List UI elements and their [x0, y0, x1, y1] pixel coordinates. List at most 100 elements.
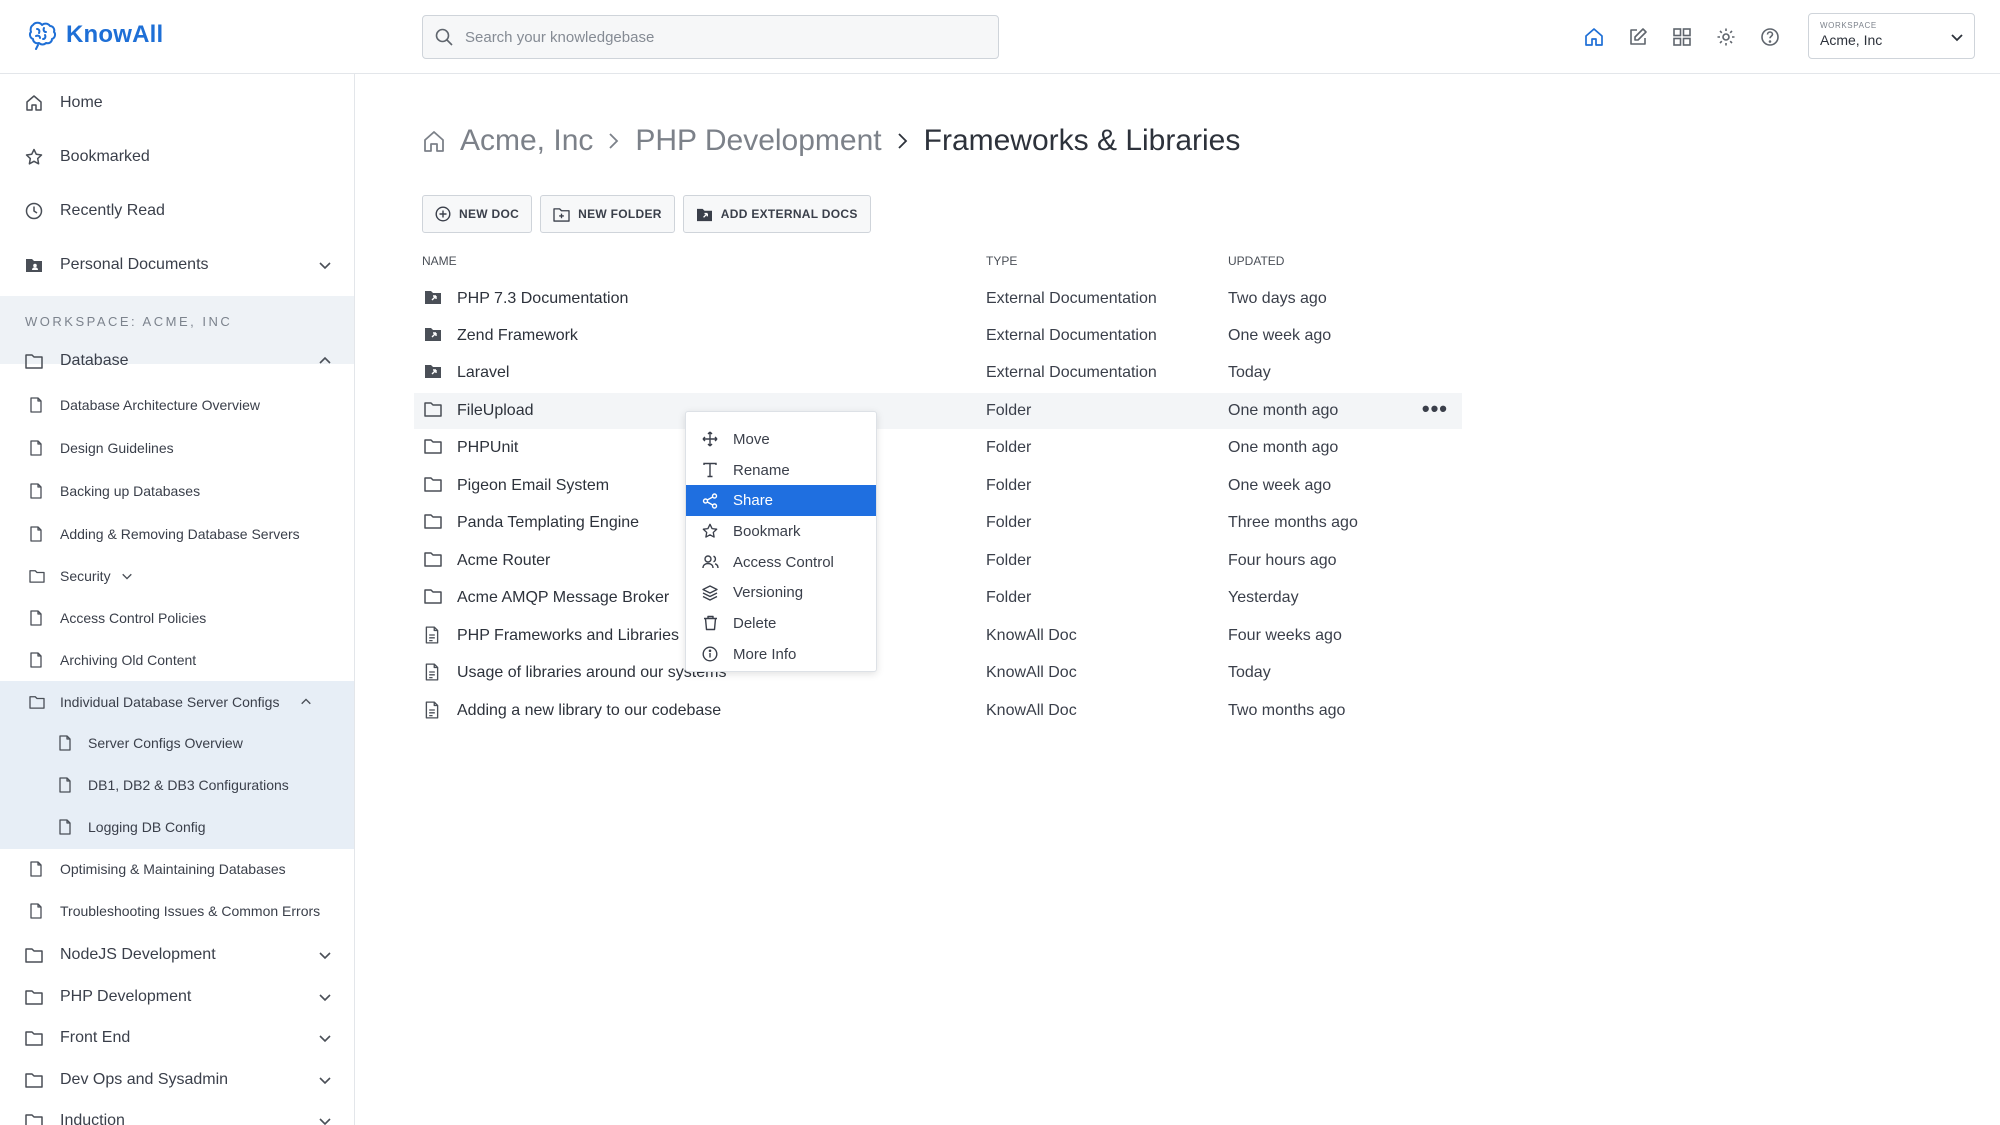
sidebar-doc-item[interactable]: Optimising & Maintaining Databases [0, 856, 354, 882]
sidebar-item-bookmarked[interactable]: Bookmarked [0, 142, 354, 172]
row-name[interactable]: Pigeon Email System [457, 477, 609, 495]
home-icon[interactable] [422, 129, 446, 153]
chevron-up-icon[interactable] [300, 696, 312, 708]
sidebar-doc-item[interactable]: DB1, DB2 & DB3 Configurations [0, 772, 354, 798]
sidebar-folder-front-end[interactable]: Front End [0, 1023, 354, 1053]
chevron-down-icon[interactable] [318, 1073, 332, 1087]
table-row[interactable]: Acme AMQP Message Broker Folder Yesterda… [414, 580, 1462, 616]
table-row[interactable]: Laravel External Documentation Today [414, 355, 1462, 391]
trash-icon [701, 614, 719, 632]
row-type: External Documentation [986, 327, 1157, 344]
sidebar-item-label: Database Architecture Overview [60, 397, 260, 413]
sidebar-doc-item[interactable]: Access Control Policies [0, 605, 354, 631]
add-external-docs-button[interactable]: ADD EXTERNAL DOCS [682, 195, 871, 233]
menu-item-share[interactable]: Share [686, 485, 876, 517]
new-folder-button[interactable]: NEW FOLDER [540, 195, 675, 233]
logo[interactable]: KnowAll [24, 20, 163, 50]
sidebar-item-label: Design Guidelines [60, 440, 174, 456]
sidebar-doc-item[interactable]: Adding & Removing Database Servers [0, 521, 354, 547]
row-name[interactable]: PHP Frameworks and Libraries [457, 627, 679, 645]
menu-item-versioning[interactable]: Versioning [686, 577, 876, 608]
sidebar-folder-php-development[interactable]: PHP Development [0, 982, 354, 1012]
sidebar-doc-item[interactable]: Archiving Old Content [0, 647, 354, 673]
home-icon[interactable] [1582, 25, 1606, 49]
column-header-name[interactable]: NAME [422, 254, 457, 268]
menu-item-label: Delete [733, 614, 777, 632]
sidebar-doc-item[interactable]: Backing up Databases [0, 478, 354, 504]
row-name[interactable]: PHP 7.3 Documentation [457, 290, 628, 308]
sidebar-item-label: Backing up Databases [60, 483, 201, 499]
row-name[interactable]: Laravel [457, 364, 509, 382]
menu-item-move[interactable]: Move [686, 424, 876, 455]
sidebar-item-recently-read[interactable]: Recently Read [0, 196, 354, 226]
chevron-up-icon[interactable] [318, 354, 332, 368]
breadcrumb-item[interactable]: PHP Development [635, 124, 881, 158]
sidebar-folder-database[interactable]: Database [0, 346, 354, 376]
chevron-down-icon[interactable] [318, 1114, 332, 1125]
sidebar-folder-induction[interactable]: Induction [0, 1106, 354, 1125]
row-name[interactable]: Acme AMQP Message Broker [457, 589, 669, 607]
table-row[interactable]: Usage of libraries around our systems Kn… [414, 655, 1462, 691]
external-folder-icon [696, 207, 713, 222]
sidebar-item-personal-documents[interactable]: Personal Documents [0, 250, 354, 280]
external-folder-icon [424, 363, 442, 379]
workspace-section-title: WORKSPACE: ACME, INC [25, 314, 233, 329]
sidebar-folder-security[interactable]: Security [0, 563, 354, 589]
menu-item-more-info[interactable]: More Info [686, 639, 876, 670]
sidebar-doc-item[interactable]: Troubleshooting Issues & Common Errors [0, 898, 354, 924]
row-updated: Three months ago [1228, 514, 1358, 531]
table-row[interactable]: Pigeon Email System Folder One week ago [414, 468, 1462, 504]
breadcrumb-item[interactable]: Acme, Inc [460, 124, 593, 158]
more-options-button[interactable]: ••• [1422, 398, 1448, 420]
add-external-docs-label: ADD EXTERNAL DOCS [720, 207, 858, 221]
info-icon [701, 645, 719, 663]
menu-item-label: Share [733, 492, 774, 510]
sidebar-folder-individual-database-server-configs[interactable]: Individual Database Server Configs [0, 689, 354, 715]
folder-icon [424, 401, 442, 417]
table-row[interactable]: PHPUnit Folder One month ago [414, 430, 1462, 466]
gear-icon[interactable] [1714, 25, 1738, 49]
menu-item-bookmark[interactable]: Bookmark [686, 516, 876, 547]
sidebar-folder-nodejs-development[interactable]: NodeJS Development [0, 940, 354, 970]
folder-icon [25, 989, 43, 1005]
row-name[interactable]: Acme Router [457, 552, 550, 570]
edit-icon[interactable] [1626, 25, 1650, 49]
help-icon[interactable] [1758, 25, 1782, 49]
folder-icon [25, 353, 43, 369]
chevron-right-icon [896, 131, 910, 151]
chevron-down-icon[interactable] [318, 258, 332, 272]
table-row[interactable]: PHP Frameworks and Libraries KnowAll Doc… [414, 618, 1462, 654]
grid-icon[interactable] [1670, 25, 1694, 49]
search-input[interactable] [465, 28, 965, 46]
new-doc-button[interactable]: NEW DOC [422, 195, 533, 233]
row-name[interactable]: Adding a new library to our codebase [457, 702, 721, 720]
workspace-selector[interactable]: WORKSPACE Acme, Inc [1808, 13, 1975, 59]
sidebar-doc-item[interactable]: Database Architecture Overview [0, 392, 354, 418]
menu-item-delete[interactable]: Delete [686, 608, 876, 639]
column-header-type[interactable]: TYPE [986, 254, 1017, 268]
chevron-down-icon[interactable] [318, 1031, 332, 1045]
sidebar-doc-item[interactable]: Server Configs Overview [0, 730, 354, 756]
table-row[interactable]: FileUpload Folder One month ago ••• [414, 393, 1462, 429]
table-row[interactable]: PHP 7.3 Documentation External Documenta… [414, 281, 1462, 317]
chevron-down-icon[interactable] [318, 990, 332, 1004]
row-name[interactable]: PHPUnit [457, 439, 518, 457]
row-name[interactable]: Zend Framework [457, 327, 578, 345]
chevron-down-icon[interactable] [121, 570, 133, 582]
row-type: Folder [986, 589, 1032, 606]
column-header-updated[interactable]: UPDATED [1228, 254, 1284, 268]
sidebar-item-home[interactable]: Home [0, 88, 354, 118]
row-name[interactable]: Panda Templating Engine [457, 514, 639, 532]
search-box[interactable] [422, 15, 999, 59]
sidebar-folder-dev-ops-and-sysadmin[interactable]: Dev Ops and Sysadmin [0, 1065, 354, 1095]
chevron-down-icon[interactable] [318, 948, 332, 962]
menu-item-rename[interactable]: Rename [686, 455, 876, 486]
table-row[interactable]: Zend Framework External Documentation On… [414, 318, 1462, 354]
sidebar-doc-item[interactable]: Design Guidelines [0, 435, 354, 461]
table-row[interactable]: Panda Templating Engine Folder Three mon… [414, 505, 1462, 541]
table-row[interactable]: Acme Router Folder Four hours ago [414, 543, 1462, 579]
row-name[interactable]: FileUpload [457, 402, 533, 420]
table-row[interactable]: Adding a new library to our codebase Kno… [414, 693, 1462, 729]
menu-item-access-control[interactable]: Access Control [686, 547, 876, 578]
sidebar-doc-item[interactable]: Logging DB Config [0, 814, 354, 840]
